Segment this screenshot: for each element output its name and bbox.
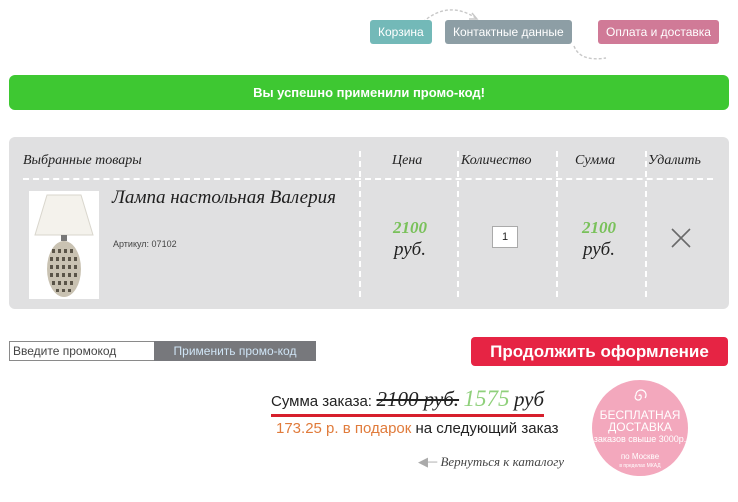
item-total-currency: руб.	[583, 239, 615, 260]
item-price: 2100 руб.	[365, 217, 455, 261]
order-total-label: Сумма заказа:	[271, 393, 372, 410]
gift-bonus: 173.25 р. в подарок на следующий заказ	[276, 420, 559, 437]
free-delivery-badge: БЕСПЛАТНАЯ ДОСТАВКА заказов свыше 3000р.…	[592, 380, 688, 476]
apply-promo-button[interactable]: Применить промо-код	[154, 341, 316, 361]
close-icon	[671, 228, 691, 248]
badge-condition: заказов свыше 3000р.	[593, 434, 687, 444]
step-cart[interactable]: Корзина	[370, 20, 432, 44]
promo-code-input[interactable]	[9, 341, 158, 361]
item-price-value: 2100	[393, 218, 427, 237]
success-banner: Вы успешно применили промо-код!	[9, 75, 729, 110]
column-divider	[457, 151, 459, 297]
header-products: Выбранные товары	[23, 153, 142, 168]
continue-checkout-button[interactable]: Продолжить оформление	[471, 337, 728, 366]
item-price-currency: руб.	[394, 239, 426, 260]
back-link-label: Вернуться к каталогу	[440, 454, 565, 469]
new-total: 1575	[463, 386, 510, 411]
badge-note: в пределах МКАД	[619, 463, 661, 469]
badge-area: по Москве	[620, 452, 660, 461]
product-name[interactable]: Лампа настольная Валерия	[112, 187, 342, 209]
step-contact-data[interactable]: Контактные данные	[445, 20, 572, 44]
header-delete: Удалить	[648, 153, 701, 168]
header-price: Цена	[392, 153, 423, 168]
old-total: 2100 руб.	[376, 387, 460, 411]
remove-item-button[interactable]	[670, 227, 692, 249]
arrow-left-icon: ◀─	[418, 454, 438, 469]
gift-text: на следующий заказ	[415, 420, 559, 437]
order-total: Сумма заказа: 2100 руб. 1575 руб	[271, 386, 545, 417]
swirl-icon	[634, 389, 647, 401]
total-currency: руб	[513, 387, 545, 411]
back-to-catalog-link[interactable]: ◀─ Вернуться к каталогу	[418, 454, 564, 470]
column-divider	[359, 151, 361, 297]
checkout-steps: Корзина Контактные данные Оплата и доста…	[0, 9, 738, 64]
step-arrow-icon	[573, 45, 607, 60]
product-sku: Артикул: 07102	[113, 239, 177, 249]
badge-title: БЕСПЛАТНАЯ ДОСТАВКА	[599, 408, 681, 434]
product-image[interactable]	[29, 191, 99, 299]
header-quantity: Количество	[461, 153, 532, 168]
quantity-input[interactable]: 1	[492, 226, 518, 248]
header-divider	[23, 178, 713, 180]
step-payment-delivery[interactable]: Оплата и доставка	[598, 20, 719, 44]
gift-amount: 173.25 р. в подарок	[276, 420, 412, 437]
header-total: Сумма	[575, 153, 616, 168]
column-divider	[645, 151, 647, 297]
item-total: 2100 руб.	[554, 217, 644, 261]
cart-table: Выбранные товары Цена Количество Сумма У…	[9, 137, 729, 309]
item-total-value: 2100	[582, 218, 616, 237]
